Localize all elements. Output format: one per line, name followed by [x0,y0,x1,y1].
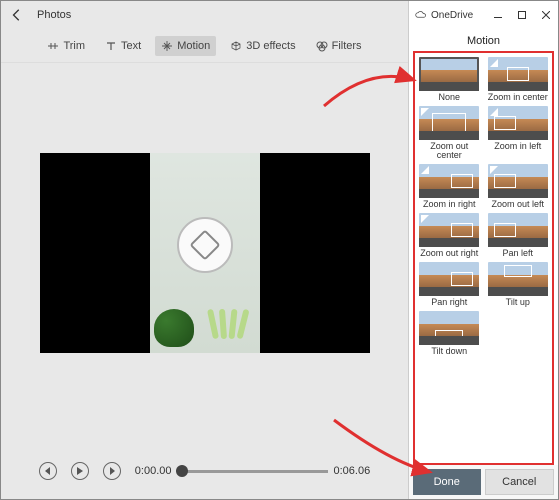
motion-grid-highlight: None Zoom in center Zoom out center Zoom in… [413,51,554,465]
motion-grid: None Zoom in center Zoom out center Zoom in… [417,57,550,356]
editor-toolbar: Trim Text Motion 3D effects Filters [1,29,408,63]
transport-bar: 0:00.00 0:06.06 [1,443,408,499]
video-subject-broccoli [154,309,194,347]
motion-option-label: Zoom in left [494,142,541,151]
motion-thumb [488,262,548,296]
video-area [1,63,408,443]
zoom-out-icon [421,108,429,116]
motion-option-none[interactable]: None [417,57,482,102]
motion-option-label: Tilt down [431,347,467,356]
minimize-button[interactable] [486,1,510,29]
cancel-button[interactable]: Cancel [485,469,555,495]
editor-pane: Photos Trim Text Motion 3D effects Filte… [1,1,408,499]
motion-overlay-rect [507,67,529,81]
titlebar-right: OneDrive [409,1,558,29]
motion-overlay-rect [494,174,516,188]
motion-overlay-rect [435,330,463,342]
zoom-out-icon [421,215,429,223]
total-time: 0:06.06 [334,465,371,477]
text-tool[interactable]: Text [99,36,147,56]
motion-overlay-rect [451,174,473,188]
motion-option-pan-left[interactable]: Pan left [486,213,551,258]
motion-overlay-rect [494,116,516,130]
motion-overlay-rect [451,272,473,286]
trim-label: Trim [63,40,85,52]
motion-thumb [419,311,479,345]
motion-option-tilt-up[interactable]: Tilt up [486,262,551,307]
motion-thumb [419,213,479,247]
motion-option-label: Tilt up [506,298,530,307]
motion-option-zoom-in-center[interactable]: Zoom in center [486,57,551,102]
zoom-in-icon [490,59,498,67]
motion-option-zoom-in-right[interactable]: Zoom in right [417,164,482,209]
play-button[interactable] [71,462,89,480]
panel-title: Motion [409,29,558,51]
motion-option-label: Zoom out right [420,249,478,258]
motion-option-label: Pan left [502,249,533,258]
motion-option-zoom-out-right[interactable]: Zoom out right [417,213,482,258]
motion-thumb [488,213,548,247]
video-content [150,153,260,353]
motion-thumb [488,57,548,91]
trim-tool[interactable]: Trim [41,36,91,56]
filters-tool[interactable]: Filters [310,36,368,56]
timeline-slider[interactable] [178,470,328,473]
cloud-icon [415,9,427,21]
video-frame[interactable] [40,153,370,353]
motion-thumb [419,106,479,140]
motion-thumb [419,57,479,91]
zoom-out-icon [490,166,498,174]
motion-thumb [488,164,548,198]
timeline-thumb[interactable] [176,465,188,477]
motion-option-zoom-out-center[interactable]: Zoom out center [417,106,482,160]
done-button[interactable]: Done [413,469,481,495]
onedrive-label: OneDrive [431,10,473,21]
motion-option-zoom-in-left[interactable]: Zoom in left [486,106,551,160]
motion-overlay-rect [432,113,466,133]
timeline: 0:00.00 0:06.06 [135,465,370,477]
motion-option-tilt-down[interactable]: Tilt down [417,311,482,356]
motion-option-pan-right[interactable]: Pan right [417,262,482,307]
close-button[interactable] [534,1,558,29]
motion-option-label: Zoom in center [488,93,548,102]
app-title: Photos [33,9,71,21]
filters-label: Filters [332,40,362,52]
3d-effects-tool[interactable]: 3D effects [224,36,301,56]
motion-thumb [419,262,479,296]
current-time: 0:00.00 [135,465,172,477]
next-frame-button[interactable] [103,462,121,480]
motion-thumb [488,106,548,140]
motion-option-label: Zoom in right [423,200,476,209]
motion-label: Motion [177,40,210,52]
text-label: Text [121,40,141,52]
motion-overlay-rect [451,223,473,237]
video-subject-celery [208,309,260,343]
prev-frame-button[interactable] [39,462,57,480]
motion-overlay-rect [504,265,532,277]
motion-option-label: Zoom out left [491,200,544,209]
maximize-button[interactable] [510,1,534,29]
panel-footer: Done Cancel [409,465,558,499]
zoom-in-icon [421,166,429,174]
onedrive-indicator[interactable]: OneDrive [409,9,486,21]
motion-tool[interactable]: Motion [155,36,216,56]
motion-option-label: Pan right [431,298,467,307]
motion-option-label: None [438,93,460,102]
zoom-in-icon [490,108,498,116]
titlebar-left: Photos [1,1,408,29]
back-button[interactable] [1,1,33,29]
motion-thumb [419,164,479,198]
motion-panel: OneDrive Motion None Zoom in center Zoom o… [408,1,558,499]
motion-option-zoom-out-left[interactable]: Zoom out left [486,164,551,209]
video-subject-plate [177,217,233,273]
3d-effects-label: 3D effects [246,40,295,52]
motion-overlay-rect [494,223,516,237]
motion-option-label: Zoom out center [417,142,482,160]
